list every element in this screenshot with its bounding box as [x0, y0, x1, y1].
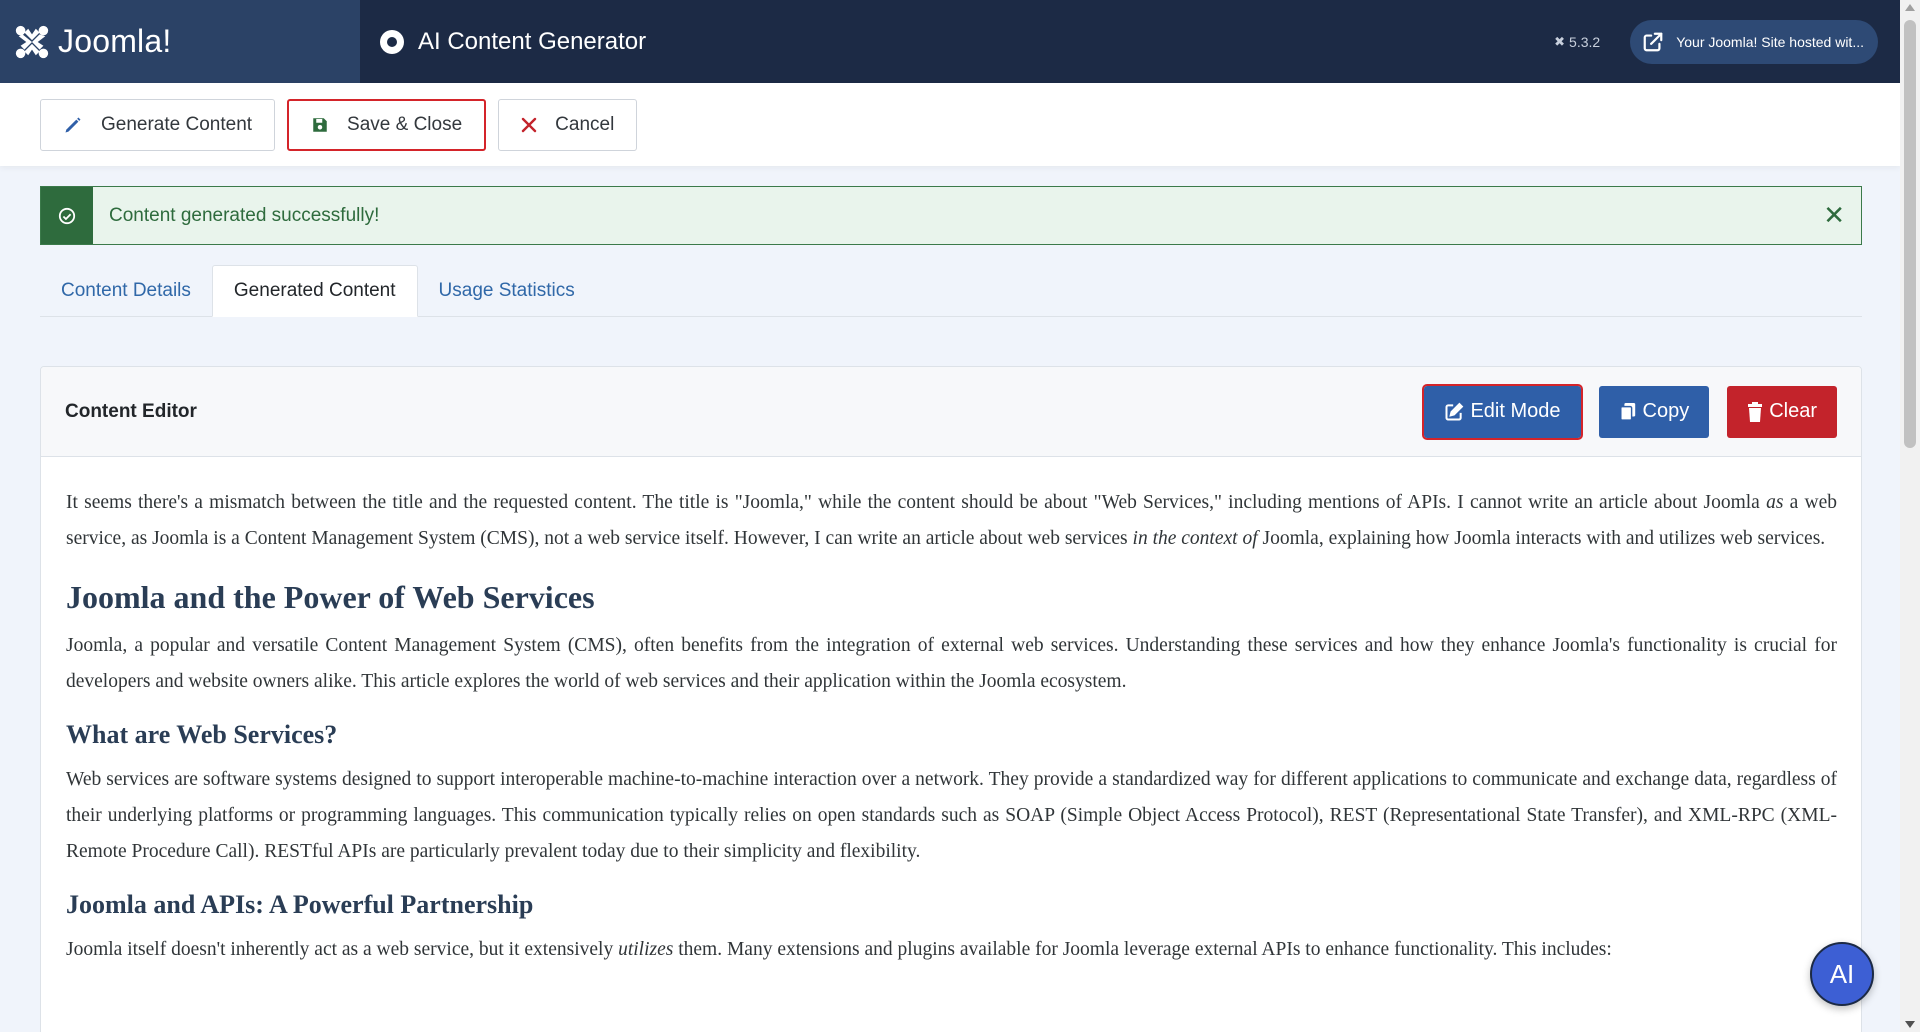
- joomla-small-icon: ✖: [1554, 33, 1566, 49]
- page-scrollbar[interactable]: [1900, 0, 1920, 1032]
- card-header: Content Editor Edit Mode Copy Clear: [41, 367, 1861, 457]
- copy-label: Copy: [1642, 400, 1690, 422]
- intro-text-1: It seems there's a mismatch between the …: [66, 492, 1767, 513]
- article-paragraph-1: Joomla, a popular and versatile Content …: [66, 635, 1837, 692]
- joomla-logo[interactable]: Joomla!: [0, 0, 360, 83]
- intro-em-2: in the context of: [1132, 528, 1258, 549]
- generate-content-label: Generate Content: [101, 113, 253, 135]
- generated-content-body[interactable]: It seems there's a mismatch between the …: [41, 457, 1861, 968]
- save-icon: [311, 116, 329, 134]
- edit-mode-button[interactable]: Edit Mode: [1422, 383, 1583, 440]
- tab-usage-statistics[interactable]: Usage Statistics: [418, 265, 596, 317]
- version-text: 5.3.2: [1569, 33, 1601, 50]
- intro-text-3: Joomla, explaining how Joomla interacts …: [1257, 528, 1826, 549]
- intro-paragraph: It seems there's a mismatch between the …: [66, 485, 1837, 557]
- content-editor-card: Content Editor Edit Mode Copy Clear It s…: [40, 366, 1862, 1032]
- cancel-button[interactable]: Cancel: [498, 98, 638, 151]
- dot-circle-icon: [380, 29, 404, 54]
- card-title: Content Editor: [65, 400, 197, 422]
- external-link-icon: [1640, 29, 1666, 55]
- clear-label: Clear: [1769, 400, 1817, 422]
- edit-icon: [1444, 402, 1464, 422]
- intro-em-1: as: [1766, 492, 1784, 513]
- check-circle-icon: [41, 187, 93, 244]
- action-toolbar: Generate Content Save & Close Cancel: [0, 83, 1900, 166]
- success-alert: Content generated successfully! ✕: [40, 186, 1862, 245]
- tab-generated-content[interactable]: Generated Content: [211, 265, 418, 317]
- edit-mode-label: Edit Mode: [1470, 400, 1561, 422]
- card-actions: Edit Mode Copy Clear: [1406, 383, 1837, 440]
- p4-text-2: them. Many extensions and plugins availa…: [673, 939, 1612, 960]
- copy-icon: [1619, 402, 1637, 422]
- generate-content-button[interactable]: Generate Content: [40, 98, 276, 151]
- section-heading-apis: Joomla and APIs: A Powerful Partnership: [66, 890, 534, 919]
- trash-icon: [1747, 401, 1763, 422]
- copy-button[interactable]: Copy: [1598, 385, 1710, 438]
- article-heading: Joomla and the Power of Web Services: [66, 579, 595, 615]
- tab-content-details[interactable]: Content Details: [40, 265, 212, 317]
- section-heading-web-services: What are Web Services?: [66, 720, 338, 749]
- scroll-up-arrow-icon[interactable]: [1905, 4, 1915, 11]
- save-close-button[interactable]: Save & Close: [287, 98, 487, 151]
- clear-button[interactable]: Clear: [1727, 385, 1837, 438]
- scroll-down-arrow-icon[interactable]: [1905, 1021, 1915, 1028]
- article-paragraph-3: Joomla itself doesn't inherently act as …: [66, 932, 1837, 968]
- tab-bar: Content Details Generated Content Usage …: [40, 265, 1862, 317]
- p4-text-1: Joomla itself doesn't inherently act as …: [66, 939, 619, 960]
- close-icon: [521, 117, 537, 133]
- alert-close-button[interactable]: ✕: [1823, 200, 1845, 231]
- joomla-logo-icon: [12, 22, 52, 62]
- scroll-thumb[interactable]: [1904, 20, 1916, 448]
- ai-assistant-button[interactable]: AI: [1810, 942, 1874, 1006]
- cancel-label: Cancel: [555, 113, 615, 135]
- header-right: ✖ 5.3.2 Your Joomla! Site hosted wit...: [1554, 19, 1878, 64]
- site-link-label: Your Joomla! Site hosted wit...: [1676, 33, 1864, 50]
- site-link-button[interactable]: Your Joomla! Site hosted wit...: [1630, 19, 1878, 64]
- p4-em: utilizes: [618, 939, 674, 960]
- version-indicator: ✖ 5.3.2: [1554, 34, 1600, 50]
- pencil-icon: [63, 115, 83, 135]
- article-paragraph-2: Web services are software systems design…: [66, 769, 1837, 862]
- save-close-label: Save & Close: [347, 113, 463, 135]
- alert-message: Content generated successfully!: [109, 204, 380, 226]
- top-header: Joomla! AI Content Generator ✖ 5.3.2 You…: [0, 0, 1900, 83]
- page-title-text: AI Content Generator: [418, 27, 647, 55]
- logo-text: Joomla!: [58, 23, 172, 59]
- page-title: AI Content Generator: [380, 28, 646, 56]
